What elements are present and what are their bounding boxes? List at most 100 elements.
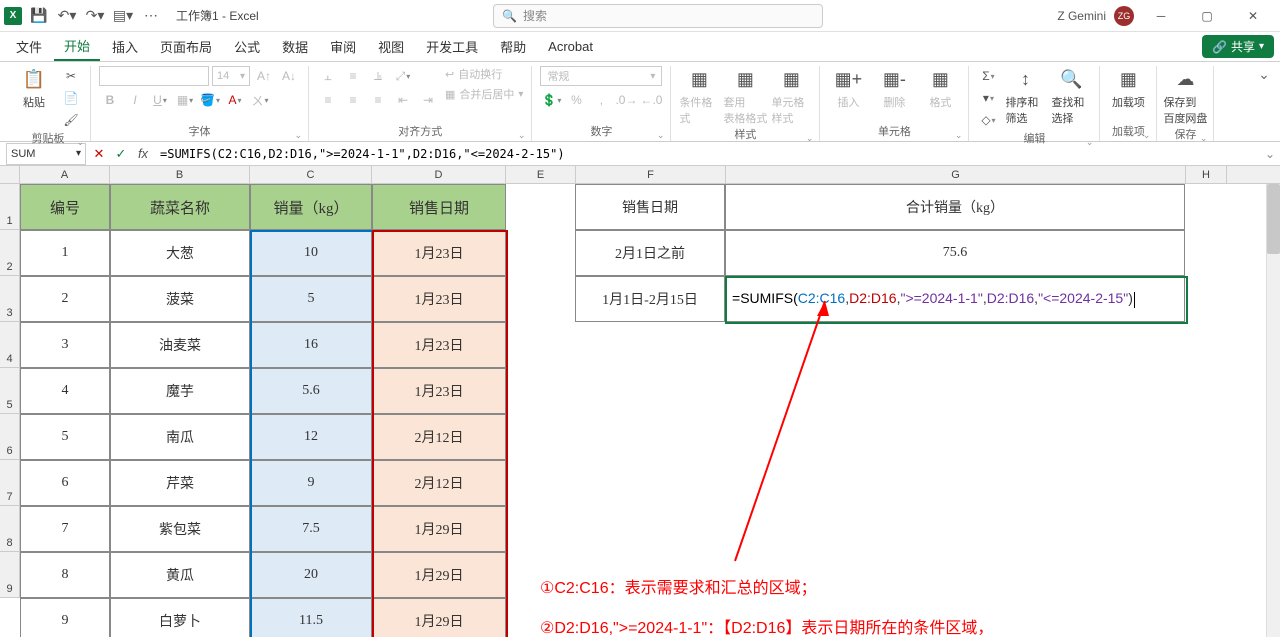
row-header-1[interactable]: 1 — [0, 184, 19, 230]
summary-header-total[interactable]: 合计销量（kg） — [725, 184, 1185, 230]
cell-id-9[interactable]: 8 — [20, 552, 110, 598]
format-as-table-button[interactable]: ▦套用 表格格式 — [725, 66, 765, 126]
cell-name-10[interactable]: 白萝卜 — [110, 598, 250, 637]
cell-name-4[interactable]: 油麦菜 — [110, 322, 250, 368]
column-header-B[interactable]: B — [110, 166, 250, 183]
conditional-format-button[interactable]: ▦条件格式 — [679, 66, 719, 126]
clear-button[interactable]: ◇ — [977, 110, 999, 130]
insert-cells-button[interactable]: ▦+插入 — [828, 66, 868, 110]
cell-name-5[interactable]: 魔芋 — [110, 368, 250, 414]
row-header-6[interactable]: 6 — [0, 414, 19, 460]
row-header-3[interactable]: 3 — [0, 276, 19, 322]
number-format-combo[interactable]: 常规▾ — [540, 66, 662, 86]
redo-icon[interactable]: ↷▾ — [84, 5, 106, 27]
cell-name-9[interactable]: 黄瓜 — [110, 552, 250, 598]
border-button[interactable]: ▦ — [174, 90, 196, 110]
row-header-4[interactable]: 4 — [0, 322, 19, 368]
phonetic-button[interactable]: ㄨ — [249, 90, 271, 110]
increase-font-button[interactable]: A↑ — [253, 66, 275, 86]
cell-name-2[interactable]: 大葱 — [110, 230, 250, 276]
cell-name-7[interactable]: 芹菜 — [110, 460, 250, 506]
summary-date-2[interactable]: 1月1日-2月15日 — [575, 276, 725, 322]
user-name[interactable]: Z Gemini — [1057, 9, 1106, 23]
tab-view[interactable]: 视图 — [368, 33, 414, 61]
cell-date-9[interactable]: 1月29日 — [372, 552, 506, 598]
align-bottom-button[interactable]: ⫡ — [367, 66, 389, 86]
cell-date-8[interactable]: 1月29日 — [372, 506, 506, 552]
delete-cells-button[interactable]: ▦-删除 — [874, 66, 914, 110]
expand-formula-bar-button[interactable]: ⌄ — [1260, 147, 1280, 161]
tab-review[interactable]: 审阅 — [320, 33, 366, 61]
wrap-text-button[interactable]: ↩自动换行 — [445, 66, 523, 82]
bold-button[interactable]: B — [99, 90, 121, 110]
cell-id-2[interactable]: 1 — [20, 230, 110, 276]
summary-total-1[interactable]: 75.6 — [725, 230, 1185, 276]
cell-date-3[interactable]: 1月23日 — [372, 276, 506, 322]
cell-id-3[interactable]: 2 — [20, 276, 110, 322]
save-icon[interactable]: 💾 — [28, 5, 50, 27]
cell-date-6[interactable]: 2月12日 — [372, 414, 506, 460]
cell-styles-button[interactable]: ▦单元格样式 — [771, 66, 811, 126]
maximize-button[interactable]: ▢ — [1188, 0, 1226, 32]
cell-id-8[interactable]: 7 — [20, 506, 110, 552]
cell-qty-9[interactable]: 20 — [250, 552, 372, 598]
cell-id-6[interactable]: 5 — [20, 414, 110, 460]
orientation-button[interactable]: ⤢ — [392, 66, 414, 86]
cell-date-2[interactable]: 1月23日 — [372, 230, 506, 276]
decrease-indent-button[interactable]: ⇤ — [392, 90, 414, 110]
column-header-C[interactable]: C — [250, 166, 372, 183]
header-name[interactable]: 蔬菜名称 — [110, 184, 250, 230]
tab-file[interactable]: 文件 — [6, 33, 52, 61]
column-header-E[interactable]: E — [506, 166, 576, 183]
header-id[interactable]: 编号 — [20, 184, 110, 230]
fx-button[interactable]: fx — [132, 143, 154, 165]
select-all-button[interactable] — [0, 166, 20, 184]
align-center-button[interactable]: ≡ — [342, 90, 364, 110]
italic-button[interactable]: I — [124, 90, 146, 110]
user-avatar[interactable]: ZG — [1114, 6, 1134, 26]
tab-page-layout[interactable]: 页面布局 — [150, 33, 222, 61]
column-header-H[interactable]: H — [1186, 166, 1227, 183]
decrease-font-button[interactable]: A↓ — [278, 66, 300, 86]
header-qty[interactable]: 销量（kg） — [250, 184, 372, 230]
column-header-D[interactable]: D — [372, 166, 506, 183]
header-date[interactable]: 销售日期 — [372, 184, 506, 230]
tab-acrobat[interactable]: Acrobat — [538, 33, 603, 61]
comma-button[interactable]: , — [590, 90, 612, 110]
tab-formulas[interactable]: 公式 — [224, 33, 270, 61]
font-name-combo[interactable] — [99, 66, 209, 86]
formula-input[interactable] — [154, 143, 1260, 165]
minimize-button[interactable]: ─ — [1142, 0, 1180, 32]
active-formula-cell[interactable]: =SUMIFS(C2:C16,D2:D16,">=2024-1-1",D2:D1… — [725, 276, 1185, 322]
column-header-G[interactable]: G — [726, 166, 1186, 183]
cell-qty-4[interactable]: 16 — [250, 322, 372, 368]
align-left-button[interactable]: ≡ — [317, 90, 339, 110]
cell-date-4[interactable]: 1月23日 — [372, 322, 506, 368]
scrollbar-thumb[interactable] — [1267, 184, 1280, 254]
tab-home[interactable]: 开始 — [54, 33, 100, 61]
cell-qty-7[interactable]: 9 — [250, 460, 372, 506]
addins-button[interactable]: ▦加载项 — [1108, 66, 1148, 110]
format-cells-button[interactable]: ▦格式 — [920, 66, 960, 110]
autosum-button[interactable]: Σ — [977, 66, 999, 86]
find-select-button[interactable]: 🔍查找和选择 — [1051, 66, 1091, 126]
fill-color-button[interactable]: 🪣 — [199, 90, 221, 110]
worksheet[interactable]: 123456789 ABCDEFGH 编号蔬菜名称销量（kg）销售日期1大葱10… — [0, 166, 1280, 637]
fill-button[interactable]: ▾ — [977, 88, 999, 108]
collapse-ribbon-button[interactable]: ⌄ — [1254, 66, 1274, 141]
close-button[interactable]: ✕ — [1234, 0, 1272, 32]
confirm-formula-button[interactable]: ✓ — [110, 143, 132, 165]
cell-qty-5[interactable]: 5.6 — [250, 368, 372, 414]
cell-qty-2[interactable]: 10 — [250, 230, 372, 276]
row-header-9[interactable]: 9 — [0, 552, 19, 598]
search-box[interactable]: 🔍 搜索 — [493, 4, 823, 28]
merge-center-button[interactable]: ▦合并后居中▾ — [445, 86, 523, 102]
format-painter-button[interactable]: 🖌 — [60, 110, 82, 130]
column-header-F[interactable]: F — [576, 166, 726, 183]
cancel-formula-button[interactable]: ✕ — [88, 143, 110, 165]
cell-name-3[interactable]: 菠菜 — [110, 276, 250, 322]
underline-button[interactable]: U — [149, 90, 171, 110]
font-color-button[interactable]: A — [224, 90, 246, 110]
increase-decimal-button[interactable]: .0→ — [615, 90, 637, 110]
cell-name-6[interactable]: 南瓜 — [110, 414, 250, 460]
